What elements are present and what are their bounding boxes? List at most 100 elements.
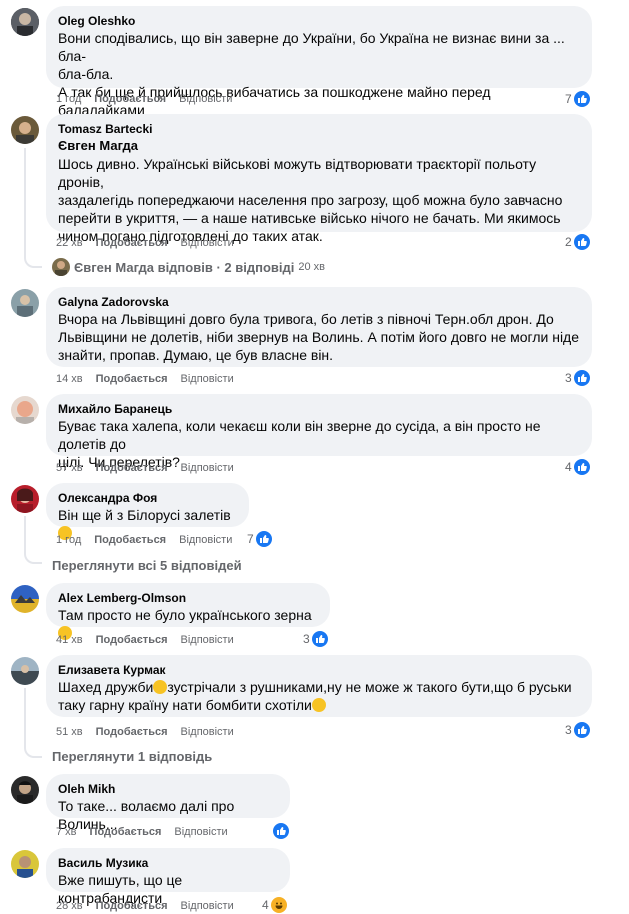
comment-time[interactable]: 22 хв <box>56 237 83 249</box>
comment-author[interactable]: Михайло Баранець <box>58 401 580 417</box>
tears-emoji-icon <box>311 698 326 712</box>
comment-actions: 28 хв Подобається Відповісти <box>56 899 247 913</box>
comment-text: зустрічали з рушниками,ну не може ж тако… <box>167 679 572 695</box>
reply-button[interactable]: Відповісти <box>174 826 227 838</box>
comment-bubble: Tomasz Bartecki Євген Магда Шось дивно. … <box>46 114 592 244</box>
avatar <box>52 258 70 276</box>
reaction-number: 3 <box>565 723 572 737</box>
avatar[interactable] <box>11 657 39 685</box>
like-button[interactable]: Подобається <box>96 237 168 249</box>
reaction-number: 2 <box>565 235 572 249</box>
smiling-emoji-icon <box>153 680 168 694</box>
like-button[interactable]: Подобається <box>94 93 166 105</box>
like-button[interactable]: Подобається <box>96 726 168 738</box>
comment-author[interactable]: Олександра Фоя <box>58 490 237 506</box>
like-reaction-icon <box>573 234 590 250</box>
view-more-replies-link[interactable]: Переглянути 1 відповідь <box>52 749 212 764</box>
reaction-count[interactable]: 7 <box>247 531 272 547</box>
reaction-count[interactable]: 3 <box>565 370 590 386</box>
comment-bubble: Galyna Zadorovska Вчора на Львівщині дов… <box>46 287 592 367</box>
reply-button[interactable]: Відповісти <box>181 373 234 385</box>
comment-text-line: таку гарну країну нати бомбити схотіли <box>58 696 580 714</box>
comment-time[interactable]: 57 хв <box>56 462 83 474</box>
reaction-number: 4 <box>565 460 572 474</box>
comment-text: Там просто не було українського зерна <box>58 607 312 623</box>
avatar[interactable] <box>11 396 39 424</box>
reaction-count[interactable] <box>273 823 289 839</box>
reply-button[interactable]: Відповісти <box>181 237 234 249</box>
like-button[interactable]: Подобається <box>96 462 168 474</box>
like-button[interactable]: Подобається <box>96 373 168 385</box>
reply-button[interactable]: Відповісти <box>179 93 232 105</box>
like-button[interactable]: Подобається <box>94 534 166 546</box>
like-reaction-icon <box>273 823 289 839</box>
comment-bubble: Oleh Mikh То таке... волаємо далі про Во… <box>46 774 290 832</box>
reply-summary[interactable]: Євген Магда відповів · 2 відповіді 20 хв <box>52 258 325 276</box>
comment-author[interactable]: Василь Музика <box>58 855 278 871</box>
comment-text-line: Вчора на Львівщині довго була тривога, б… <box>58 311 554 327</box>
thread-curve <box>24 254 42 268</box>
mention-link[interactable]: Євген Магда <box>58 137 580 155</box>
like-reaction-icon <box>573 459 590 475</box>
haha-reaction-icon <box>270 897 287 913</box>
comment-time[interactable]: 14 хв <box>56 373 83 385</box>
reaction-number: 7 <box>565 92 572 106</box>
comment-bubble: Михайло Баранець Буває така халепа, коли… <box>46 394 592 470</box>
reply-button[interactable]: Відповісти <box>181 900 234 912</box>
view-more-replies-link[interactable]: Переглянути всі 5 відповідей <box>52 558 242 573</box>
comment-actions: 1 год Подобається Відповісти <box>56 533 245 547</box>
like-button[interactable]: Подобається <box>90 826 162 838</box>
reaction-count[interactable]: 4 <box>565 459 590 475</box>
comment-author[interactable]: Galyna Zadorovska <box>58 294 580 310</box>
comment-time[interactable]: 7 хв <box>56 826 77 838</box>
comment-text: Він ще й з Білорусі залетів <box>58 507 231 523</box>
reaction-count[interactable]: 2 <box>565 234 590 250</box>
avatar[interactable] <box>11 850 39 878</box>
reaction-count[interactable]: 3 <box>565 722 590 738</box>
reply-button[interactable]: Відповісти <box>181 634 234 646</box>
reaction-count[interactable]: 4 <box>262 897 287 913</box>
comment-time[interactable]: 51 хв <box>56 726 83 738</box>
comment-time[interactable]: 1 год <box>56 93 81 105</box>
like-reaction-icon <box>573 370 590 386</box>
comment-time[interactable]: 41 хв <box>56 634 83 646</box>
comment-text-line: перейти в укриття, — а наше нативське ві… <box>58 210 561 226</box>
comment-text-line: знайти, пропав. Думаю, це був власне він… <box>58 347 334 363</box>
reaction-number: 7 <box>247 532 254 546</box>
avatar[interactable] <box>11 116 39 144</box>
avatar[interactable] <box>11 485 39 513</box>
like-reaction-icon <box>311 631 328 647</box>
reply-summary-count: 2 відповіді <box>224 259 295 275</box>
comment-bubble: Oleg Oleshko Вони сподівались, що він за… <box>46 6 592 118</box>
comment-actions: 41 хв Подобається Відповісти <box>56 633 247 647</box>
comment-actions: 1 год Подобається Відповісти <box>56 92 245 106</box>
avatar[interactable] <box>11 289 39 317</box>
comment-time[interactable]: 28 хв <box>56 900 83 912</box>
reply-button[interactable]: Відповісти <box>181 462 234 474</box>
comment-author[interactable]: Alex Lemberg-Olmson <box>58 590 318 606</box>
reaction-number: 3 <box>303 632 310 646</box>
reaction-count[interactable]: 7 <box>565 91 590 107</box>
comment-time[interactable]: 1 год <box>56 534 81 546</box>
avatar[interactable] <box>11 776 39 804</box>
comment-text-line: Вони сподівались, що він заверне до Укра… <box>58 30 569 64</box>
comment-author[interactable]: Oleg Oleshko <box>58 13 580 29</box>
reply-button[interactable]: Відповісти <box>179 534 232 546</box>
comment-author[interactable]: Елизавета Курмак <box>58 662 580 678</box>
thread-curve <box>24 550 42 564</box>
comment-text-line: бла-бла. <box>58 66 114 82</box>
like-button[interactable]: Подобається <box>96 634 168 646</box>
comment-actions: 7 хв Подобається Відповісти <box>56 825 241 839</box>
avatar[interactable] <box>11 585 39 613</box>
reaction-number: 3 <box>565 371 572 385</box>
thread-line <box>24 688 26 744</box>
comment-text-line: Львівщини не долетів, ніби звернув на Во… <box>58 329 580 345</box>
comment-text-line: заздалегідь попереджаючи населення про з… <box>58 192 563 208</box>
reply-summary-name: Євген Магда відповів <box>74 259 213 275</box>
reply-button[interactable]: Відповісти <box>181 726 234 738</box>
reaction-count[interactable]: 3 <box>303 631 328 647</box>
avatar[interactable] <box>11 8 39 36</box>
like-button[interactable]: Подобається <box>96 900 168 912</box>
comment-author[interactable]: Tomasz Bartecki <box>58 121 580 137</box>
comment-author[interactable]: Oleh Mikh <box>58 781 278 797</box>
